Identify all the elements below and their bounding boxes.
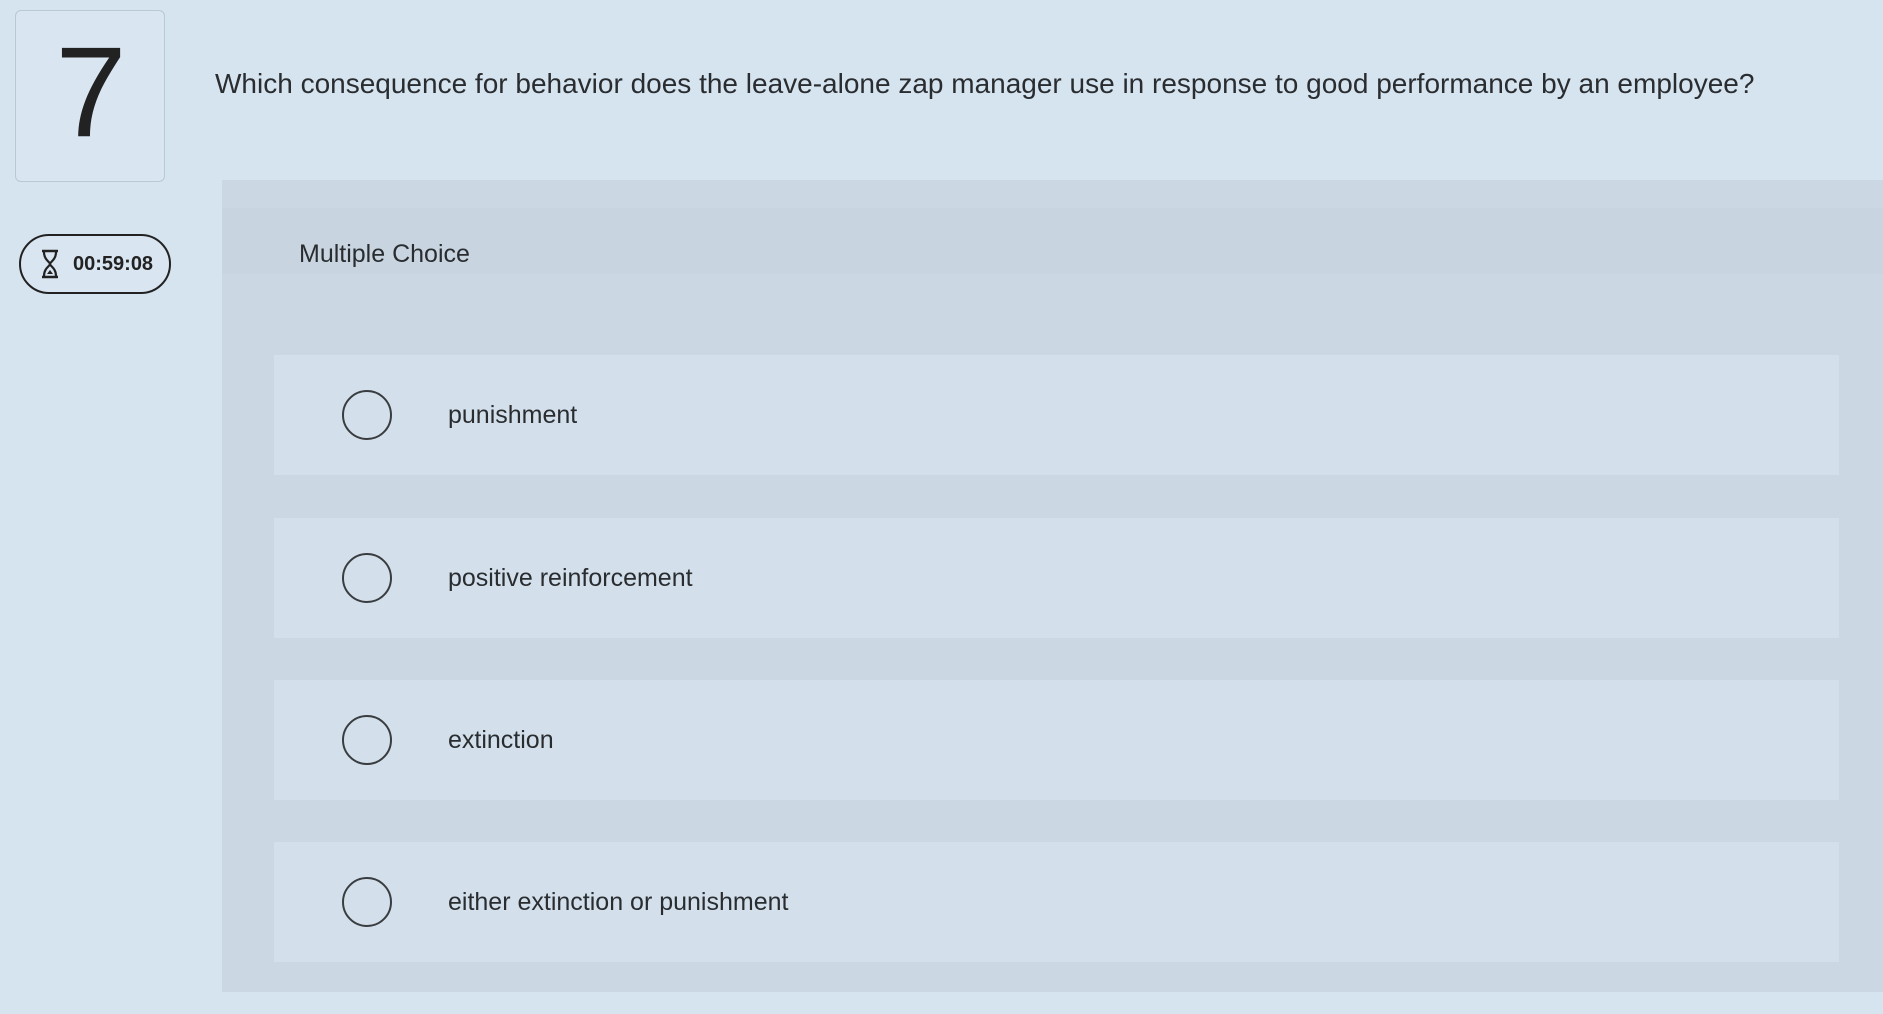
- answer-option-punishment[interactable]: punishment: [274, 355, 1839, 475]
- answer-option-positive-reinforcement[interactable]: positive reinforcement: [274, 518, 1839, 638]
- answer-option-label: positive reinforcement: [448, 563, 693, 592]
- timer-badge: 00:59:08: [19, 234, 171, 294]
- question-text: Which consequence for behavior does the …: [215, 68, 1755, 99]
- radio-button[interactable]: [342, 877, 392, 927]
- answer-option-either-extinction-or-punishment[interactable]: either extinction or punishment: [274, 842, 1839, 962]
- hourglass-icon: [42, 249, 58, 279]
- answer-option-label: punishment: [448, 400, 578, 429]
- quiz-page: 7 Which consequence for behavior does th…: [0, 0, 1883, 1014]
- radio-button[interactable]: [342, 553, 392, 603]
- answer-option-label: extinction: [448, 725, 554, 754]
- answer-panel: Multiple Choice punishment positive rein…: [222, 180, 1883, 992]
- answer-option-label: either extinction or punishment: [448, 887, 789, 916]
- question-number-box: 7: [15, 10, 165, 182]
- question-number: 7: [55, 21, 127, 164]
- answer-option-extinction[interactable]: extinction: [274, 680, 1839, 800]
- panel-header: [222, 208, 1883, 274]
- radio-button[interactable]: [342, 390, 392, 440]
- question-type-label: Multiple Choice: [299, 240, 470, 268]
- radio-button[interactable]: [342, 715, 392, 765]
- timer-value: 00:59:08: [73, 252, 154, 275]
